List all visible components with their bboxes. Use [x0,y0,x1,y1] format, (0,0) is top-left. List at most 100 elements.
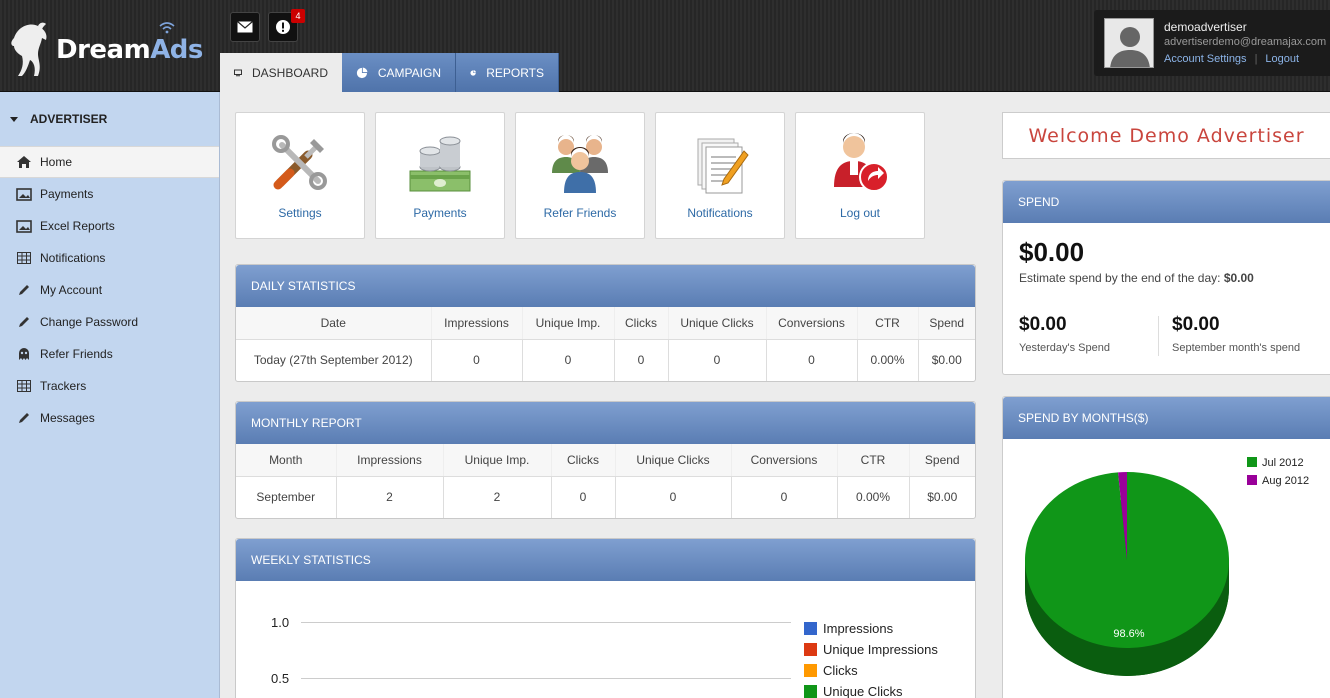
gridline [301,622,791,623]
estimate-spend: Estimate spend by the end of the day: $0… [1019,271,1254,285]
column-header: Unique Imp. [521,307,614,340]
spend-pie-chart: 98.6% Jul 2012 Aug 2012 [1025,457,1309,676]
legend-swatch [804,643,817,656]
tile-log-out[interactable]: Log out [795,112,925,239]
legend-item: Clicks [804,660,938,681]
table-cell: 0 [430,339,522,381]
table-cell: 0 [730,476,837,518]
horse-logo-icon [11,22,47,76]
main-tabs: Dashboard Campaign Reports [220,53,559,92]
month-spend-amount: $0.00 [1172,314,1220,335]
column-header: Unique Imp. [442,444,551,477]
column-header: Unique Clicks [614,444,731,477]
user-email: advertiserdemo@dreamajax.com [1164,36,1327,48]
y-tick-label: 1.0 [271,615,290,630]
legend-swatch [804,622,817,635]
table-cell: $0.00 [917,339,975,381]
alert-icon [276,20,290,34]
table-row: Today (27th September 2012) 0 0 0 0 0 0.… [236,339,975,381]
sidebar: ADVERTISER Home Payments Excel Reports N… [0,92,220,698]
sidebar-item-refer-friends[interactable]: Refer Friends [0,338,219,370]
daily-statistics-panel: DAILY STATISTICS Date Impressions Unique… [235,264,976,382]
pencil-icon [15,314,33,330]
tab-campaign[interactable]: Campaign [342,53,456,92]
alerts-button[interactable]: 4 [268,9,305,42]
tile-payments[interactable]: Payments [375,112,505,239]
ghost-icon [15,346,33,362]
yesterday-spend-label: Yesterday's Spend [1019,342,1110,354]
sidebar-item-payments[interactable]: Payments [0,178,219,210]
table-cell: Today (27th September 2012) [253,353,413,368]
column-header: Clicks [550,444,615,477]
divider [1158,316,1159,356]
sidebar-item-my-account[interactable]: My Account [0,274,219,306]
legend-item: Impressions [804,618,938,639]
table-cell: 0.00% [836,476,909,518]
account-settings-link[interactable]: Account Settings [1164,53,1247,65]
tile-refer-friends[interactable]: Refer Friends [515,112,645,239]
messages-button[interactable] [230,12,260,42]
panel-title: SPEND [1003,181,1330,223]
caret-down-icon [10,116,18,122]
month-spend-label: September month's spend [1172,342,1301,354]
sidebar-item-notifications[interactable]: Notifications [0,242,219,274]
column-header: Conversions [730,444,837,477]
panel-title: SPEND BY MONTHS($) [1003,397,1330,439]
grid-icon [15,250,33,266]
pie-data-label: 98.6% [1113,628,1144,640]
table-cell: 0 [765,339,857,381]
image-icon [15,186,33,202]
sidebar-item-change-password[interactable]: Change Password [0,306,219,338]
table-cell: 0 [667,339,766,381]
spend-amount: $0.00 [1019,237,1085,267]
panel-title: WEEKLY STATISTICS [236,539,975,581]
sidebar-item-messages[interactable]: Messages [0,402,219,434]
tile-notifications[interactable]: Notifications [655,112,785,239]
user-silhouette-icon [1110,27,1150,67]
panel-title: MONTHLY REPORT [236,402,975,444]
table-cell: 0 [550,476,615,518]
yesterday-spend-amount: $0.00 [1019,314,1067,335]
column-header: Spend [917,307,975,340]
brand-name: DreamAds [56,35,203,65]
spend-by-months-panel: SPEND BY MONTHS($) 98.6% Jul 2012 Aug 2012 [1002,396,1330,698]
panel-title: DAILY STATISTICS [236,265,975,307]
table-header-row: Date Impressions Unique Imp. Clicks Uniq… [236,307,975,340]
pie-icon [356,66,368,78]
user-name: demoadvertiser [1164,20,1247,34]
people-icon [552,135,608,193]
user-links: Account Settings | Logout [1164,53,1299,65]
column-header: CTR [836,444,909,477]
column-header: CTR [856,307,918,340]
legend-label: Aug 2012 [1262,475,1309,487]
legend-item: Unique Impressions [804,639,938,660]
gridline [301,678,791,679]
tab-reports[interactable]: Reports [456,53,559,92]
chart-legend: Impressions Unique Impressions Clicks Un… [804,618,938,698]
pencil-icon [15,410,33,426]
table-cell: 0.00% [856,339,918,381]
legend-swatch [804,685,817,698]
home-icon [15,154,33,170]
table-cell: $0.00 [908,476,975,518]
tile-settings[interactable]: Settings [235,112,365,239]
sidebar-item-excel-reports[interactable]: Excel Reports [0,210,219,242]
column-header: Unique Clicks [667,307,766,340]
column-header: Impressions [430,307,522,340]
sidebar-item-trackers[interactable]: Trackers [0,370,219,402]
avatar[interactable] [1104,18,1154,68]
table-cell: 2 [335,476,443,518]
monthly-report-table: Month Impressions Unique Imp. Clicks Uni… [236,444,975,518]
spend-panel: SPEND $0.00 Estimate spend by the end of… [1002,180,1330,375]
logout-user-icon [834,133,889,192]
sidebar-heading[interactable]: ADVERTISER [0,92,219,146]
monitor-icon [234,69,242,76]
sidebar-item-home[interactable]: Home [0,146,219,178]
logo[interactable]: DreamAds [8,20,203,78]
logout-link[interactable]: Logout [1265,53,1299,65]
tab-dashboard[interactable]: Dashboard [220,53,342,92]
legend-swatch [1247,475,1257,485]
legend-swatch [1247,457,1257,467]
daily-statistics-table: Date Impressions Unique Imp. Clicks Uniq… [236,307,975,381]
column-header: Conversions [765,307,857,340]
